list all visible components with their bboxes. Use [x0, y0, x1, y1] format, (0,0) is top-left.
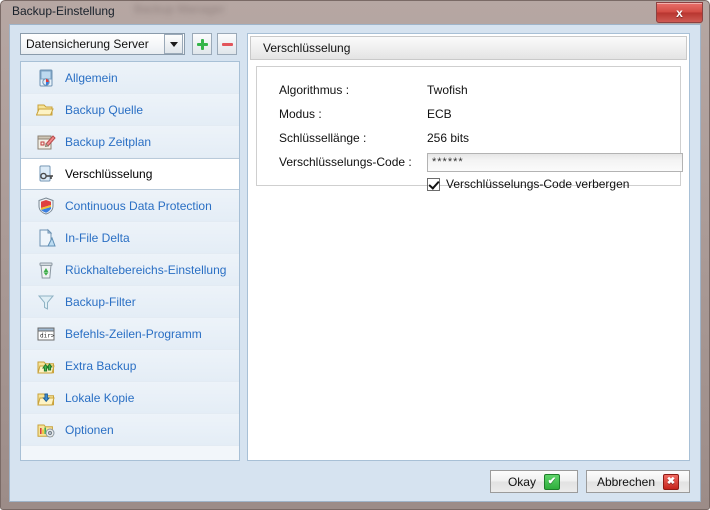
sidebar-item-label: Verschlüsselung [65, 167, 153, 181]
sidebar-item-label: Continuous Data Protection [65, 198, 212, 213]
folder-gear-icon [35, 419, 57, 441]
close-button[interactable]: x [656, 2, 703, 23]
check-icon: ✔ [543, 473, 560, 490]
sidebar-item-extra-backup[interactable]: Extra Backup [21, 350, 239, 382]
okay-button-label: Okay [507, 474, 536, 489]
okay-button[interactable]: Okay ✔ [489, 470, 578, 493]
mode-label: Modus : [279, 107, 322, 121]
encryption-panel: Verschlüsselung Algorithmus : Twofish Mo… [247, 33, 690, 461]
sidebar-item-label: Extra Backup [65, 358, 137, 373]
hide-key-checkbox[interactable] [427, 177, 440, 191]
key-length-value: 256 bits [427, 131, 470, 145]
close-icon: x [676, 5, 683, 20]
sidebar-item-label: Lokale Kopie [65, 390, 135, 405]
sidebar-item-label: Allgemein [65, 70, 118, 85]
sidebar-item-backup-zeitplan[interactable]: Backup Zeitplan [21, 126, 239, 158]
cancel-button-label: Abbrechen [596, 474, 655, 489]
backup-set-dropdown[interactable]: Datensicherung Server [20, 33, 185, 55]
folder-open-icon [35, 99, 57, 121]
hide-key-checkbox-row: Verschlüsselungs-Code verbergen [427, 177, 629, 191]
sidebar-item-rueckhaltebereichs-einstellung[interactable]: Rückhaltebereichs-Einstellung [21, 254, 239, 286]
sidebar-item-optionen[interactable]: Optionen [21, 414, 239, 446]
dialog-client-area: Datensicherung Server Allgemein Backup Q… [9, 24, 701, 502]
key-length-label: Schlüssellänge : [279, 131, 367, 145]
shield-icon [35, 195, 57, 217]
encryption-key-label: Verschlüsselungs-Code : [279, 155, 412, 169]
chevron-down-icon[interactable] [164, 34, 183, 54]
close-x-icon: ✖ [663, 473, 679, 490]
settings-sidebar: Allgemein Backup Quelle Backup Zeitplan … [20, 61, 240, 461]
hide-key-label: Verschlüsselungs-Code verbergen [446, 177, 630, 191]
sidebar-item-label: Befehls-Zeilen-Programm [65, 326, 202, 341]
sidebar-item-befehls-zeilen-programm[interactable]: dir> Befehls-Zeilen-Programm [21, 318, 239, 350]
panel-header: Verschlüsselung [250, 36, 687, 60]
sidebar-item-backup-filter[interactable]: Backup-Filter [21, 286, 239, 318]
sidebar-item-backup-quelle[interactable]: Backup Quelle [21, 94, 239, 126]
calendar-pencil-icon [35, 131, 57, 153]
algorithm-label: Algorithmus : [279, 83, 350, 97]
mode-row: Modus : ECB [279, 103, 452, 125]
add-backup-set-button[interactable] [192, 33, 212, 55]
folder-down-arrow-icon [35, 387, 57, 409]
svg-text:dir>: dir> [40, 332, 55, 339]
encryption-key-input[interactable] [427, 152, 683, 172]
sidebar-item-lokale-kopie[interactable]: Lokale Kopie [21, 382, 239, 414]
background-window-title: Backup Manager [134, 2, 225, 16]
mode-value: ECB [427, 107, 452, 121]
funnel-icon [35, 291, 57, 313]
folder-up-arrows-icon [35, 355, 57, 377]
key-length-row: Schlüssellänge : 256 bits [279, 127, 469, 149]
algorithm-row: Algorithmus : Twofish [279, 79, 468, 101]
dialog-window: Backup Manager Backup-Einstellung x Date… [0, 0, 710, 510]
cancel-button[interactable]: Abbrechen ✖ [585, 470, 690, 493]
sidebar-item-label: Backup Zeitplan [65, 134, 152, 149]
window-title: Backup-Einstellung [12, 4, 115, 18]
plus-icon [196, 38, 208, 50]
window-frame-inner: Backup Manager Backup-Einstellung x Date… [4, 1, 706, 505]
encryption-group-box: Algorithmus : Twofish Modus : ECB Schlüs… [256, 66, 683, 191]
algorithm-value: Twofish [427, 83, 468, 97]
sidebar-item-verschluesselung[interactable]: Verschlüsselung [21, 158, 239, 190]
document-chart-icon [35, 67, 57, 89]
page-delta-icon [35, 227, 57, 249]
command-prompt-icon: dir> [35, 323, 57, 345]
profile-selector-row: Datensicherung Server [20, 33, 240, 57]
minus-icon [221, 39, 233, 50]
sidebar-item-label: Optionen [65, 422, 114, 437]
sidebar-item-label: In-File Delta [65, 230, 130, 245]
sidebar-item-allgemein[interactable]: Allgemein [21, 62, 239, 94]
sidebar-item-label: Rückhaltebereichs-Einstellung [65, 262, 227, 277]
key-lock-icon [35, 163, 57, 185]
dialog-button-bar: Okay ✔ Abbrechen ✖ [489, 470, 690, 494]
title-bar: Backup Manager Backup-Einstellung x [4, 1, 706, 24]
backup-set-dropdown-value: Datensicherung Server [26, 37, 149, 51]
remove-backup-set-button[interactable] [217, 33, 237, 55]
sidebar-item-continuous-data-protection[interactable]: Continuous Data Protection [21, 190, 239, 222]
sidebar-item-label: Backup Quelle [65, 102, 144, 117]
panel-title: Verschlüsselung [263, 41, 351, 55]
recycle-bin-icon [35, 259, 57, 281]
sidebar-item-label: Backup-Filter [65, 294, 136, 309]
encryption-key-row: Verschlüsselungs-Code : [279, 151, 683, 173]
sidebar-item-in-file-delta[interactable]: In-File Delta [21, 222, 239, 254]
